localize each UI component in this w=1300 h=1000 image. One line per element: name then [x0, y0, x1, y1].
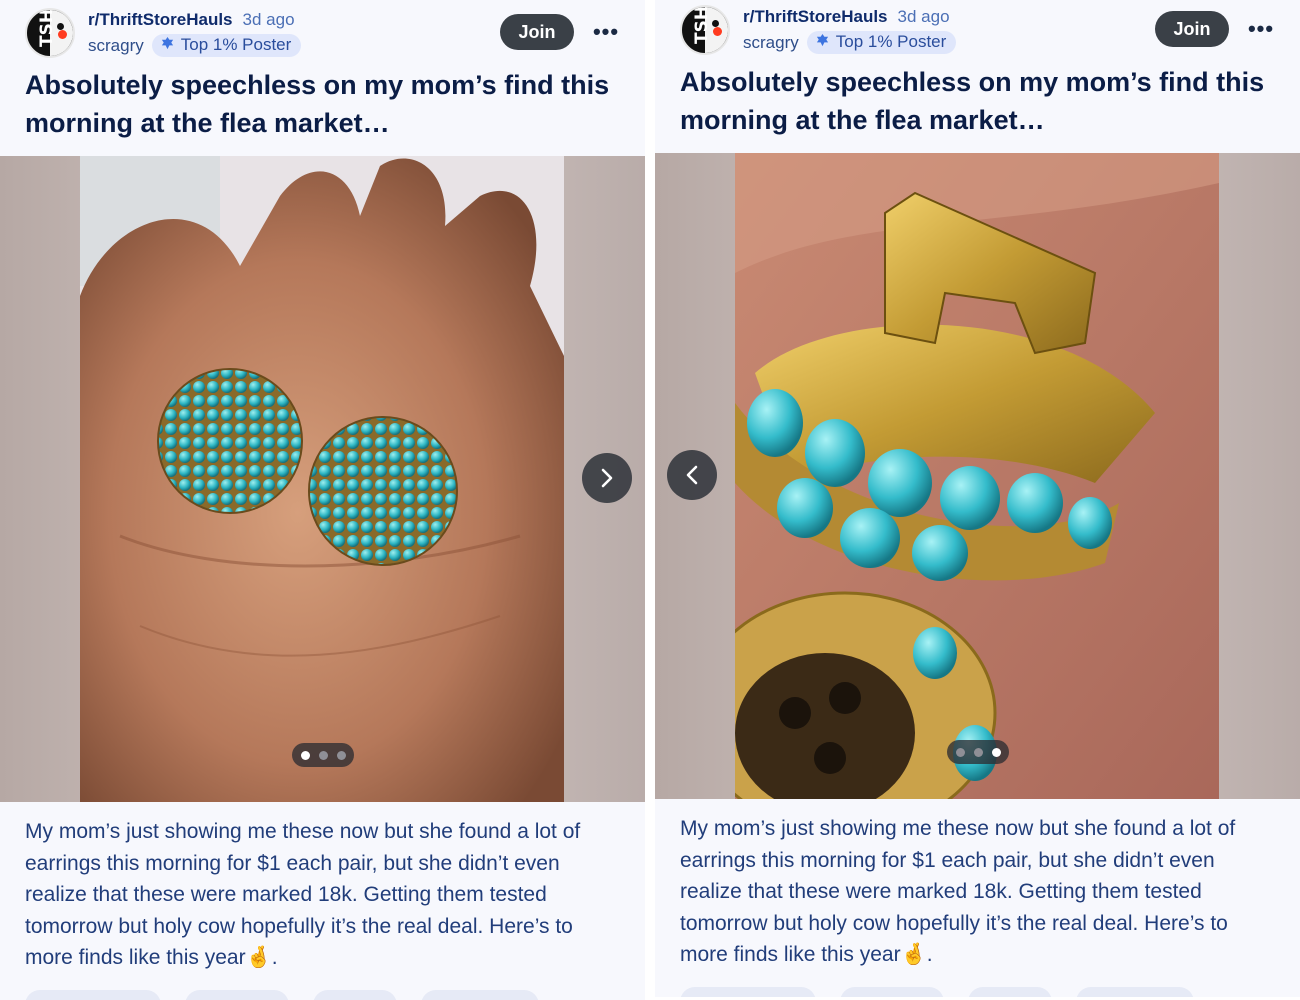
- carousel-prev-button[interactable]: [667, 450, 717, 500]
- subreddit-name[interactable]: r/ThriftStoreHauls: [743, 7, 888, 26]
- action-bar: [25, 990, 539, 1000]
- flair-badge-label: Top 1% Poster: [180, 35, 292, 54]
- carousel-dot-1[interactable]: [955, 747, 965, 757]
- chevron-left-icon: [686, 465, 698, 485]
- post-header: TSH r/ThriftStoreHauls 3d ago scragry Top…: [655, 0, 1300, 57]
- author-name[interactable]: scragry: [743, 33, 799, 53]
- post-body: My mom’s just showing me these now but s…: [680, 817, 1236, 966]
- post-title[interactable]: Absolutely speechless on my mom’s find t…: [680, 63, 1280, 139]
- carousel-next-button[interactable]: [582, 453, 632, 503]
- carousel-pagination: [292, 743, 354, 767]
- carousel-dot-2[interactable]: [318, 750, 328, 760]
- carousel-dot-3[interactable]: [336, 750, 346, 760]
- share-button[interactable]: [421, 990, 539, 1000]
- user-flair-badge: Top 1% Poster: [151, 34, 302, 57]
- post-card-left: TSH r/ThriftStoreHauls 3d ago scragry Top…: [0, 0, 645, 1000]
- post-time: 3d ago: [242, 10, 295, 29]
- earrings-in-palm-image: [80, 156, 564, 802]
- carousel-dot-1[interactable]: [300, 750, 310, 760]
- post-header: TSH r/ThriftStoreHauls 3d ago scragry Top…: [0, 0, 645, 60]
- more-options-icon[interactable]: •••: [590, 18, 622, 46]
- subreddit-line: r/ThriftStoreHauls 3d ago: [88, 10, 295, 30]
- avatar-letters: TSH: [692, 5, 712, 44]
- flair-badge-icon: [160, 36, 175, 55]
- subreddit-avatar[interactable]: TSH: [680, 5, 730, 55]
- post-card-right: TSH r/ThriftStoreHauls 3d ago scragry Top…: [655, 0, 1300, 997]
- author-line: scragry Top 1% Poster: [743, 31, 957, 54]
- post-title[interactable]: Absolutely speechless on my mom’s find t…: [25, 66, 625, 142]
- subreddit-avatar[interactable]: TSH: [25, 8, 75, 58]
- carousel-pagination: [947, 740, 1009, 764]
- comments-button[interactable]: [840, 987, 944, 997]
- flair-badge-label: Top 1% Poster: [835, 32, 947, 51]
- post-media-carousel[interactable]: [0, 156, 645, 802]
- carousel-dot-3[interactable]: [991, 747, 1001, 757]
- author-line: scragry Top 1% Poster: [88, 34, 302, 57]
- author-name[interactable]: scragry: [88, 36, 144, 56]
- join-button[interactable]: Join: [1155, 11, 1229, 47]
- subreddit-line: r/ThriftStoreHauls 3d ago: [743, 7, 950, 27]
- post-time: 3d ago: [897, 7, 950, 26]
- user-flair-badge: Top 1% Poster: [806, 31, 957, 54]
- award-button[interactable]: [313, 990, 397, 1000]
- award-button[interactable]: [968, 987, 1052, 997]
- chevron-right-icon: [601, 468, 613, 488]
- gold-clasp-closeup-image: [735, 153, 1219, 799]
- action-bar: [680, 987, 1194, 997]
- subreddit-name[interactable]: r/ThriftStoreHauls: [88, 10, 233, 29]
- avatar-letters: TSH: [37, 8, 57, 47]
- vote-button[interactable]: [25, 990, 161, 1000]
- screenshots-container: TSH r/ThriftStoreHauls 3d ago scragry Top…: [0, 0, 1300, 1000]
- join-button[interactable]: Join: [500, 14, 574, 50]
- post-body: My mom’s just showing me these now but s…: [25, 820, 581, 969]
- more-options-icon[interactable]: •••: [1245, 15, 1277, 43]
- share-button[interactable]: [1076, 987, 1194, 997]
- comments-button[interactable]: [185, 990, 289, 1000]
- flair-badge-icon: [815, 33, 830, 52]
- carousel-dot-2[interactable]: [973, 747, 983, 757]
- post-media-carousel[interactable]: [655, 153, 1300, 799]
- vote-button[interactable]: [680, 987, 816, 997]
